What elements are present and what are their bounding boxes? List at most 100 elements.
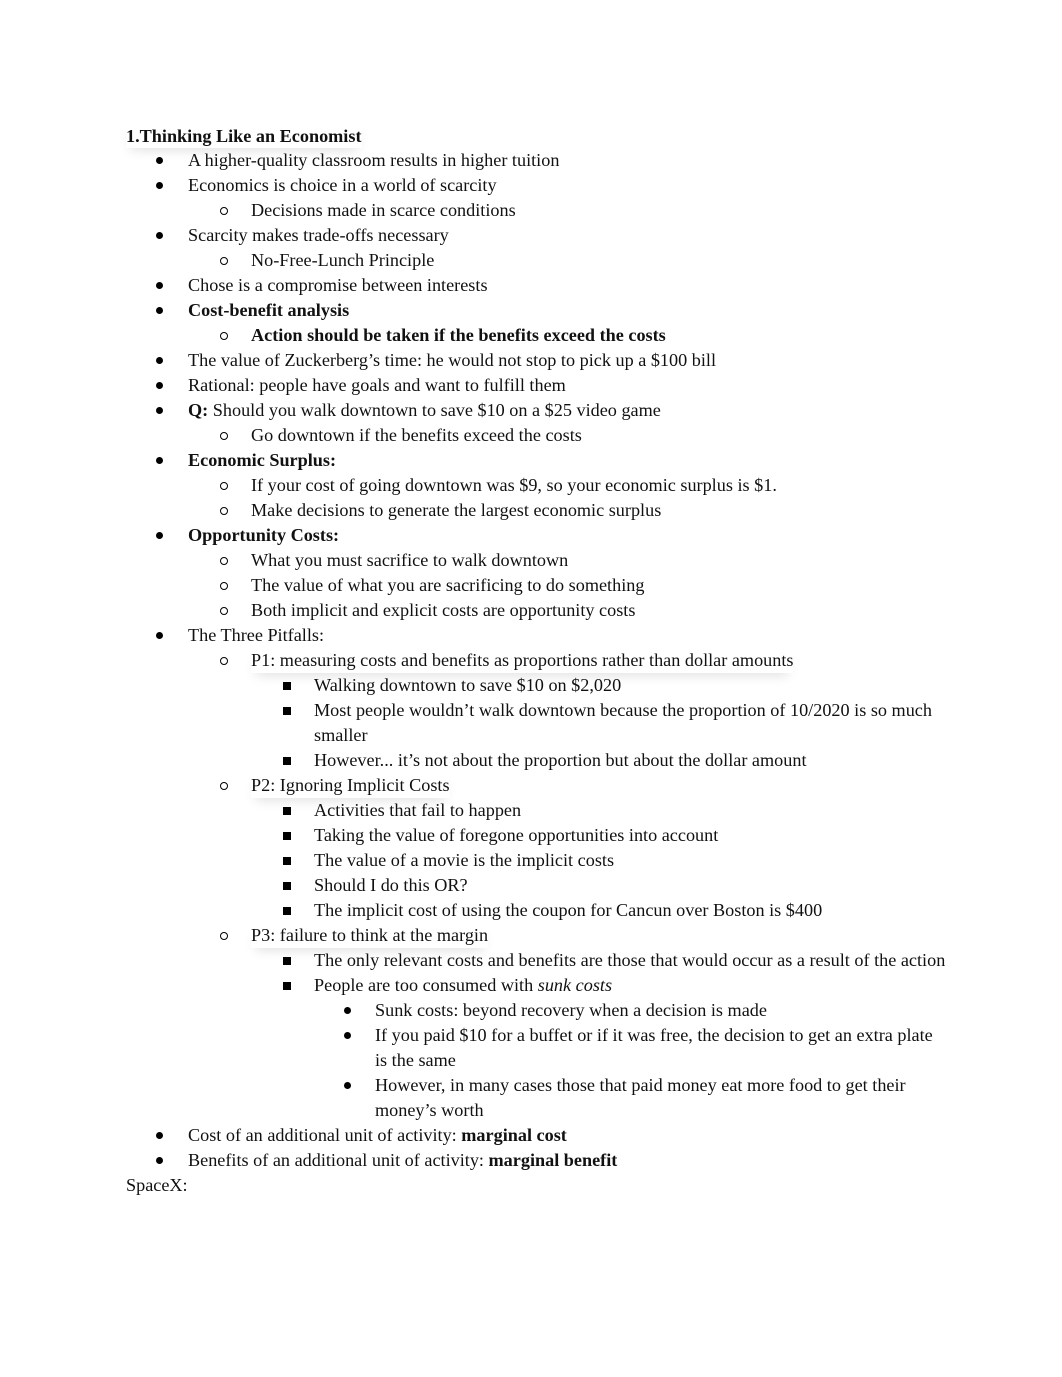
item-text: If you paid $10 for a buffet or if it wa… bbox=[375, 1025, 933, 1070]
item-text: Economics is choice in a world of scarci… bbox=[188, 175, 497, 195]
list-item: Should I do this OR? bbox=[126, 873, 946, 898]
item-text: Cost-benefit analysis bbox=[188, 300, 350, 320]
item-text: Benefits of an additional unit of activi… bbox=[188, 1150, 489, 1170]
list-item: The value of what you are sacrificing to… bbox=[126, 573, 946, 598]
list-item-text: Q: Should you walk downtown to save $10 … bbox=[188, 400, 661, 420]
list-item-text: Scarcity makes trade-offs necessary bbox=[188, 225, 449, 245]
item-text: Rational: people have goals and want to … bbox=[188, 375, 566, 395]
item-text: Sunk costs: beyond recovery when a decis… bbox=[375, 1000, 767, 1020]
list-item-text: Most people wouldn’t walk downtown becau… bbox=[314, 700, 932, 745]
list-item-text: However... it’s not about the proportion… bbox=[314, 750, 807, 770]
list-item-text: A higher-quality classroom results in hi… bbox=[188, 150, 559, 170]
item-text: Action should be taken if the benefits e… bbox=[251, 325, 666, 345]
list-item-text: The value of Zuckerberg’s time: he would… bbox=[188, 350, 716, 370]
list-item: Taking the value of foregone opportuniti… bbox=[126, 823, 946, 848]
item-text: Scarcity makes trade-offs necessary bbox=[188, 225, 449, 245]
list-item: Rational: people have goals and want to … bbox=[126, 373, 946, 398]
item-text: However... it’s not about the proportion… bbox=[314, 750, 807, 770]
item-text: The Three Pitfalls: bbox=[188, 625, 325, 645]
item-text: Walking downtown to save $10 on $2,020 bbox=[314, 675, 622, 695]
list-item: Both implicit and explicit costs are opp… bbox=[126, 598, 946, 623]
bold-term: marginal benefit bbox=[488, 1150, 618, 1170]
list-item-text: People are too consumed with sunk costs bbox=[314, 975, 612, 995]
list-item-text: Walking downtown to save $10 on $2,020 bbox=[314, 675, 621, 695]
bold-prefix: Q: bbox=[188, 400, 209, 420]
list-item-text: Cost of an additional unit of activity: … bbox=[188, 1125, 567, 1145]
list-item: The value of a movie is the implicit cos… bbox=[126, 848, 946, 873]
list-item-text: If your cost of going downtown was $9, s… bbox=[251, 475, 777, 495]
list-item-text: No-Free-Lunch Principle bbox=[251, 250, 434, 270]
list-item: Sunk costs: beyond recovery when a decis… bbox=[126, 998, 946, 1023]
list-item-text: Go downtown if the benefits exceed the c… bbox=[251, 425, 582, 445]
list-item: However... it’s not about the proportion… bbox=[126, 748, 946, 773]
list-item: Most people wouldn’t walk downtown becau… bbox=[126, 698, 946, 748]
item-text: The implicit cost of using the coupon fo… bbox=[314, 900, 823, 920]
list-item: Benefits of an additional unit of activi… bbox=[126, 1148, 946, 1173]
list-item: If your cost of going downtown was $9, s… bbox=[126, 473, 946, 498]
list-item-text: The implicit cost of using the coupon fo… bbox=[314, 900, 822, 920]
list-item-text: Decisions made in scarce conditions bbox=[251, 200, 516, 220]
list-item: Go downtown if the benefits exceed the c… bbox=[126, 423, 946, 448]
item-text: People are too consumed with bbox=[314, 975, 538, 995]
list-item: Walking downtown to save $10 on $2,020 bbox=[126, 673, 946, 698]
item-text: Should you walk downtown to save $10 on … bbox=[208, 400, 661, 420]
list-item-text: Economic Surplus: bbox=[188, 450, 336, 470]
item-text: If your cost of going downtown was $9, s… bbox=[251, 475, 777, 495]
list-item-text: Taking the value of foregone opportuniti… bbox=[314, 825, 718, 845]
list-item: P1: measuring costs and benefits as prop… bbox=[126, 648, 946, 673]
list-item: The only relevant costs and benefits are… bbox=[126, 948, 946, 973]
list-item-text: Benefits of an additional unit of activi… bbox=[188, 1150, 617, 1170]
item-text: P2: Ignoring Implicit Costs bbox=[251, 775, 450, 795]
list-item: If you paid $10 for a buffet or if it wa… bbox=[126, 1023, 946, 1073]
item-text: Economic Surplus: bbox=[188, 450, 337, 470]
list-item-text: The value of a movie is the implicit cos… bbox=[314, 850, 614, 870]
list-item-text: However, in many cases those that paid m… bbox=[375, 1075, 906, 1120]
list-item: The implicit cost of using the coupon fo… bbox=[126, 898, 946, 923]
list-item: Economics is choice in a world of scarci… bbox=[126, 173, 946, 198]
list-item-text: What you must sacrifice to walk downtown bbox=[251, 550, 568, 570]
list-item-text: P2: Ignoring Implicit Costs bbox=[251, 773, 450, 798]
item-text: Most people wouldn’t walk downtown becau… bbox=[314, 700, 932, 745]
item-text: The value of Zuckerberg’s time: he would… bbox=[188, 350, 717, 370]
list-item: Action should be taken if the benefits e… bbox=[126, 323, 946, 348]
list-item: However, in many cases those that paid m… bbox=[126, 1073, 946, 1123]
list-item-text: Should I do this OR? bbox=[314, 875, 468, 895]
list-item-text: If you paid $10 for a buffet or if it wa… bbox=[375, 1025, 933, 1070]
item-text: No-Free-Lunch Principle bbox=[251, 250, 435, 270]
item-text: Taking the value of foregone opportuniti… bbox=[314, 825, 719, 845]
list-item: Opportunity Costs: bbox=[126, 523, 946, 548]
list-item-text: Rational: people have goals and want to … bbox=[188, 375, 566, 395]
item-text: Decisions made in scarce conditions bbox=[251, 200, 516, 220]
item-text: Make decisions to generate the largest e… bbox=[251, 500, 662, 520]
list-item: Economic Surplus: bbox=[126, 448, 946, 473]
bold-term: marginal cost bbox=[461, 1125, 567, 1145]
item-text: The only relevant costs and benefits are… bbox=[314, 950, 946, 970]
item-text: Both implicit and explicit costs are opp… bbox=[251, 600, 636, 620]
item-text: Activities that fail to happen bbox=[314, 800, 522, 820]
list-item-text: P3: failure to think at the margin bbox=[251, 923, 488, 948]
list-item-text: Make decisions to generate the largest e… bbox=[251, 500, 661, 520]
list-item-text: Activities that fail to happen bbox=[314, 800, 521, 820]
list-item: People are too consumed with sunk costs bbox=[126, 973, 946, 998]
item-text: Go downtown if the benefits exceed the c… bbox=[251, 425, 582, 445]
item-text: What you must sacrifice to walk downtown bbox=[251, 550, 569, 570]
bullet-list: A higher-quality classroom results in hi… bbox=[126, 148, 946, 1173]
list-item-text: Action should be taken if the benefits e… bbox=[251, 325, 666, 345]
list-item: Cost of an additional unit of activity: … bbox=[126, 1123, 946, 1148]
list-item: Scarcity makes trade-offs necessary bbox=[126, 223, 946, 248]
list-item: Chose is a compromise between interests bbox=[126, 273, 946, 298]
list-item-text: P1: measuring costs and benefits as prop… bbox=[251, 648, 793, 673]
list-item: P3: failure to think at the margin bbox=[126, 923, 946, 948]
list-item: No-Free-Lunch Principle bbox=[126, 248, 946, 273]
list-item-text: Opportunity Costs: bbox=[188, 525, 339, 545]
list-item: The value of Zuckerberg’s time: he would… bbox=[126, 348, 946, 373]
item-text: P1: measuring costs and benefits as prop… bbox=[251, 650, 794, 670]
item-text: The value of a movie is the implicit cos… bbox=[314, 850, 615, 870]
list-item: Decisions made in scarce conditions bbox=[126, 198, 946, 223]
italic-term: sunk costs bbox=[537, 975, 613, 995]
list-item-text: Both implicit and explicit costs are opp… bbox=[251, 600, 635, 620]
list-item: A higher-quality classroom results in hi… bbox=[126, 148, 946, 173]
list-item-text: Cost-benefit analysis bbox=[188, 300, 349, 320]
document-page: 1.Thinking Like an Economist A higher-qu… bbox=[126, 124, 946, 1198]
list-item: The Three Pitfalls: bbox=[126, 623, 946, 648]
